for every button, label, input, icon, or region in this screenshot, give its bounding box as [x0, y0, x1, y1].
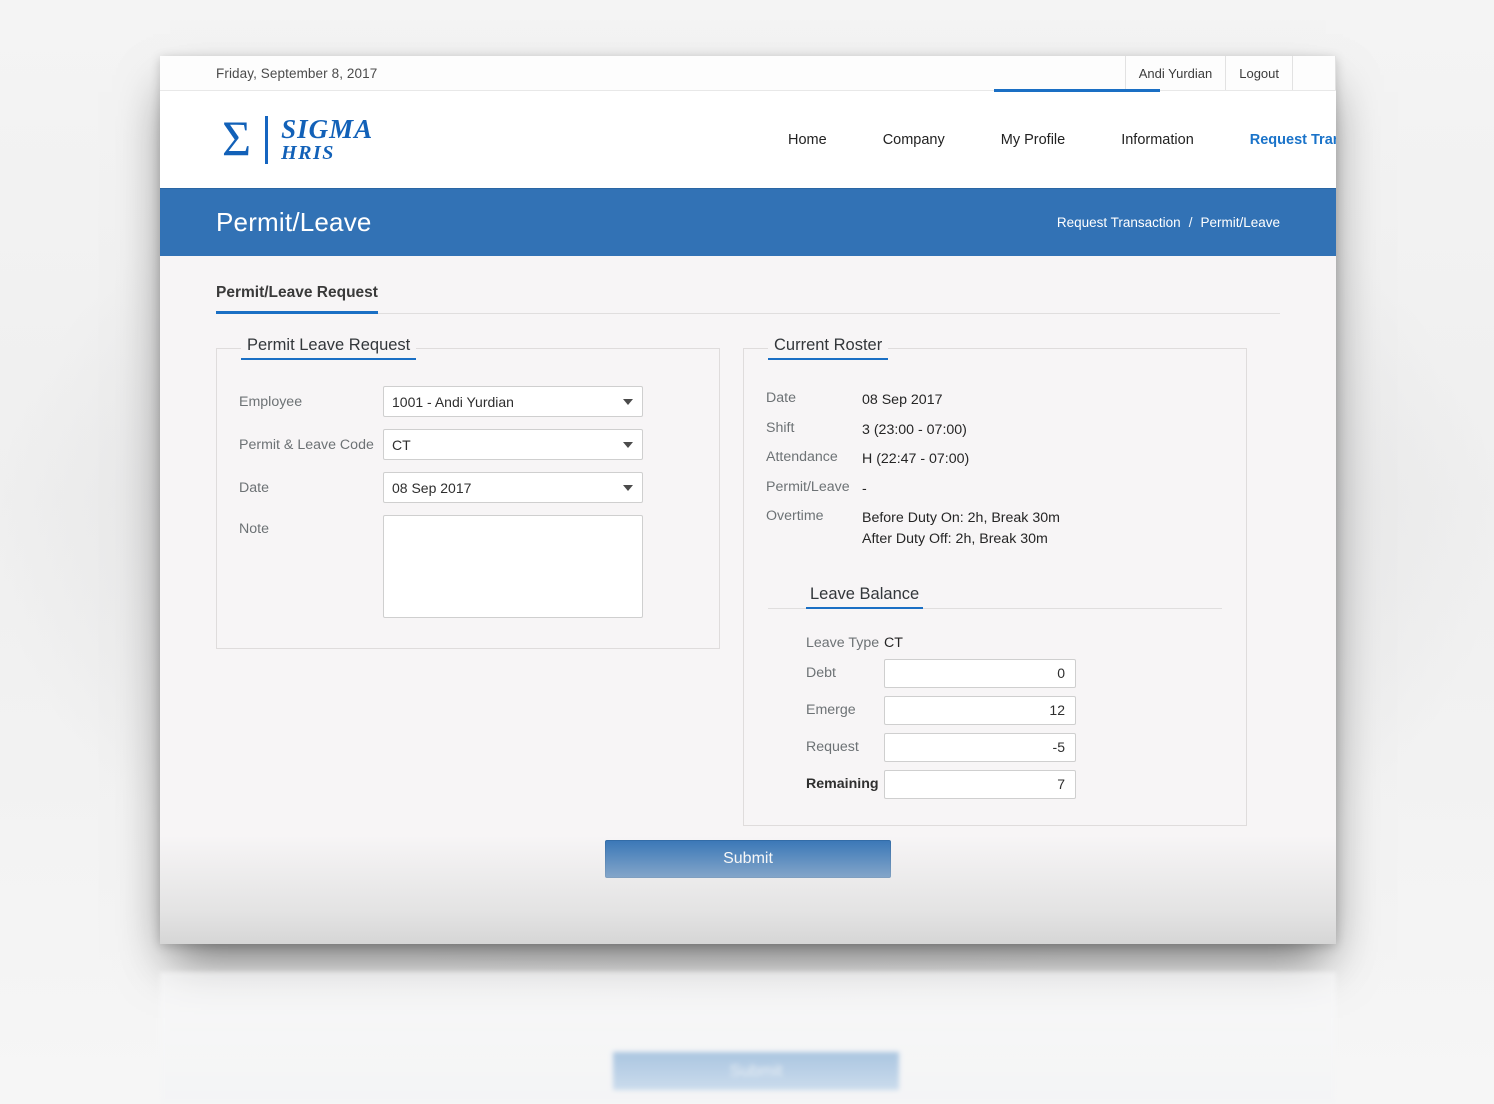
roster-date-value: 08 Sep 2017 — [862, 392, 943, 408]
leave-balance-row-remaining: Remaining — [806, 769, 1222, 799]
brand-wordmark: SIGMA HRIS — [281, 113, 374, 165]
brand-name-line2: HRIS — [281, 142, 335, 165]
user-name-link[interactable]: Andi Yurdian — [1124, 56, 1226, 90]
leave-balance-body: Leave Type CT Debt Emerge — [768, 613, 1222, 799]
sigma-glyph-icon: Σ — [222, 109, 252, 166]
site-header: Σ SIGMA HRIS Home Company My Profile Inf… — [160, 91, 1336, 188]
left-column: Permit Leave Request Employee 1001 - And… — [216, 336, 720, 826]
page-content: Permit/Leave Request Permit Leave Reques… — [160, 256, 1336, 944]
roster-shift-key: Shift — [766, 419, 795, 436]
tab-permit-leave-request[interactable]: Permit/Leave Request — [216, 256, 1280, 314]
date-select-value: 08 Sep 2017 — [392, 479, 472, 496]
permit-leave-code-select-value: CT — [392, 436, 411, 453]
submit-button[interactable]: Submit — [605, 840, 891, 878]
chevron-down-icon — [623, 484, 633, 491]
permit-leave-request-body: Employee 1001 - Andi Yurdian Permit & Le… — [217, 360, 719, 618]
top-bar-spacer-cell — [1292, 56, 1336, 90]
field-row-permit-leave-code: Permit & Leave Code CT — [239, 429, 697, 460]
brand-logo[interactable]: Σ SIGMA HRIS — [222, 111, 373, 169]
current-roster-body: Date 08 Sep 2017 Shift 3 (23:00 - 07:00)… — [744, 360, 1246, 550]
breadcrumb-item-current: Permit/Leave — [1200, 215, 1280, 230]
breadcrumb: Request Transaction / Permit/Leave — [1057, 215, 1280, 230]
permit-leave-request-panel: Permit Leave Request Employee 1001 - And… — [216, 336, 720, 649]
roster-shift-value: 3 (23:00 - 07:00) — [862, 421, 967, 438]
content-columns: Permit Leave Request Employee 1001 - And… — [216, 314, 1280, 826]
window-reflection: Submit — [160, 972, 1336, 1104]
nav-item-company[interactable]: Company — [855, 132, 973, 148]
tab-permit-leave-request-label: Permit/Leave Request — [216, 284, 378, 314]
roster-overtime-key: Overtime — [766, 508, 824, 525]
nav-item-information[interactable]: Information — [1093, 132, 1222, 148]
submit-area: Submit — [160, 840, 1336, 878]
roster-attendance-key: Attendance — [766, 449, 838, 466]
leave-type-label: Leave Type — [806, 634, 880, 651]
field-row-date: Date 08 Sep 2017 — [239, 472, 697, 503]
roster-permit-leave-value: - — [862, 480, 867, 497]
app-window: Friday, September 8, 2017 Andi Yurdian L… — [160, 56, 1336, 944]
nav-item-my-profile[interactable]: My Profile — [973, 132, 1093, 148]
brand-name-line1: SIGMA — [281, 113, 374, 144]
page-title-band: Permit/Leave Request Transaction / Permi… — [160, 188, 1336, 256]
top-right-group: Andi Yurdian Logout — [1124, 56, 1336, 90]
note-label: Note — [239, 521, 269, 537]
field-row-employee: Employee 1001 - Andi Yurdian — [239, 386, 697, 417]
breadcrumb-separator: / — [1188, 215, 1193, 230]
leave-type-value: CT — [884, 634, 903, 651]
leave-balance-row-debt: Debt — [806, 658, 1222, 688]
employee-select-value: 1001 - Andi Yurdian — [392, 393, 514, 410]
permit-leave-request-legend: Permit Leave Request — [241, 336, 417, 360]
remaining-input[interactable] — [884, 769, 1076, 799]
roster-row-attendance: Attendance H (22:47 - 07:00) — [766, 449, 1224, 470]
field-row-note: Note — [239, 515, 697, 618]
roster-overtime-line2: After Duty Off: 2h, Break 30m — [862, 530, 1048, 547]
roster-row-overtime: Overtime Before Duty On: 2h, Break 30m A… — [766, 508, 1224, 549]
roster-row-permit-leave: Permit/Leave - — [766, 479, 1224, 500]
leave-balance-row-request: Request — [806, 732, 1222, 762]
roster-permit-leave-key: Permit/Leave — [766, 478, 850, 495]
date-select[interactable]: 08 Sep 2017 — [383, 472, 643, 503]
current-roster-legend: Current Roster — [768, 336, 889, 360]
debt-input[interactable] — [884, 658, 1076, 688]
request-label: Request — [806, 739, 859, 756]
chevron-down-icon — [623, 441, 633, 448]
employee-select[interactable]: 1001 - Andi Yurdian — [383, 386, 643, 417]
main-navigation: Home Company My Profile Information Requ… — [760, 91, 1336, 188]
current-roster-panel: Current Roster Date 08 Sep 2017 Shift 3 … — [743, 336, 1247, 826]
request-input[interactable] — [884, 732, 1076, 762]
chevron-down-icon — [623, 398, 633, 405]
leave-balance-row-emerge: Emerge — [806, 695, 1222, 725]
roster-attendance-value: H (22:47 - 07:00) — [862, 451, 970, 468]
note-textarea[interactable] — [383, 515, 643, 618]
logout-link[interactable]: Logout — [1225, 56, 1292, 90]
roster-overtime-line1: Before Duty On: 2h, Break 30m — [862, 510, 1060, 527]
remaining-label: Remaining — [806, 776, 879, 793]
nav-item-request-transaction[interactable]: Request Transaction — [1222, 132, 1336, 148]
roster-date-key: Date — [766, 390, 796, 406]
reflected-submit-button: Submit — [613, 1052, 899, 1090]
leave-type-row: Leave Type CT — [806, 635, 1222, 651]
permit-leave-code-label: Permit & Leave Code — [239, 436, 374, 453]
logo-divider — [265, 115, 269, 164]
leave-balance-header: Leave Balance — [768, 585, 1222, 609]
top-utility-bar: Friday, September 8, 2017 Andi Yurdian L… — [160, 56, 1336, 91]
leave-balance-section: Leave Balance Leave Type CT Debt 0 Emerg… — [744, 559, 1246, 799]
roster-overtime-value: Before Duty On: 2h, Break 30m After Duty… — [862, 508, 1060, 549]
permit-leave-code-select[interactable]: CT — [383, 429, 643, 460]
roster-row-shift: Shift 3 (23:00 - 07:00) — [766, 420, 1224, 441]
emerge-label: Emerge — [806, 702, 856, 719]
nav-item-home[interactable]: Home — [760, 132, 855, 148]
date-label: Date — [239, 479, 269, 496]
right-column: Current Roster Date 08 Sep 2017 Shift 3 … — [743, 336, 1247, 826]
roster-row-date: Date 08 Sep 2017 — [766, 390, 1224, 411]
employee-label: Employee — [239, 393, 303, 410]
breadcrumb-item-parent[interactable]: Request Transaction — [1057, 215, 1181, 230]
page-title: Permit/Leave — [216, 207, 372, 237]
leave-balance-legend: Leave Balance — [806, 585, 924, 609]
active-nav-indicator — [994, 89, 1160, 92]
debt-label: Debt — [806, 665, 836, 682]
emerge-input[interactable] — [884, 695, 1076, 725]
roster-list: Date 08 Sep 2017 Shift 3 (23:00 - 07:00)… — [766, 386, 1224, 550]
current-date-label: Friday, September 8, 2017 — [216, 65, 378, 81]
